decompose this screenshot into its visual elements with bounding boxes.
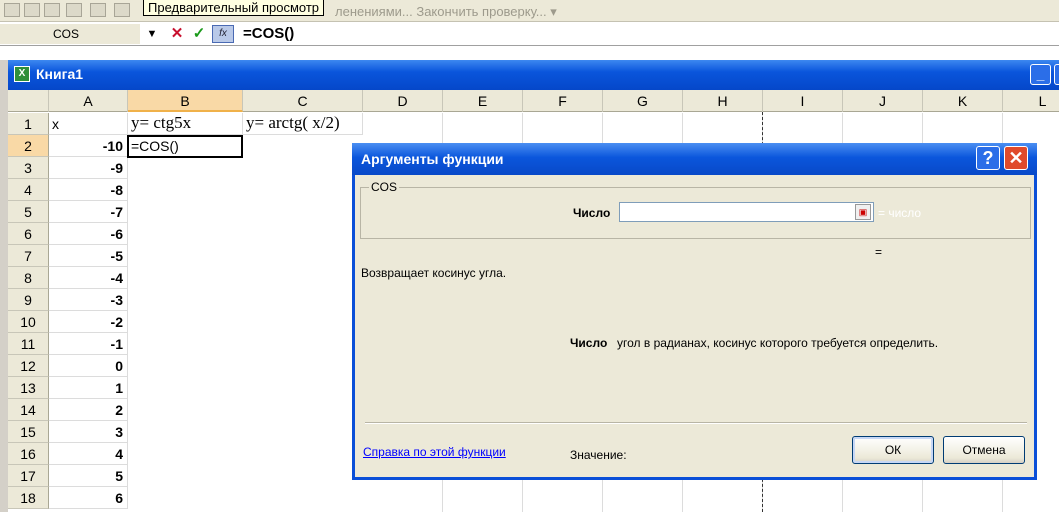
value-label: Значение:	[570, 448, 627, 462]
argument-label: Число	[573, 206, 611, 220]
row-header[interactable]: 14	[8, 399, 49, 421]
row-header[interactable]: 9	[8, 289, 49, 311]
column-header-d[interactable]: D	[363, 90, 443, 112]
cell-a15[interactable]: 3	[49, 421, 128, 443]
row-header[interactable]: 18	[8, 487, 49, 509]
formula-bar: COS ▼ ✕ ✓ fx =COS()	[0, 22, 1059, 46]
row-header[interactable]: 15	[8, 421, 49, 443]
collapse-dialog-icon[interactable]: ▣	[855, 204, 871, 220]
cancel-button[interactable]: Отмена	[943, 436, 1025, 464]
review-toolbar-text[interactable]: ленениями... Закончить проверку... ▾	[335, 4, 557, 20]
function-description: Возвращает косинус угла.	[361, 266, 507, 280]
cell-a5[interactable]: -7	[49, 201, 128, 223]
argument-result: = число	[878, 206, 922, 220]
column-header-g[interactable]: G	[603, 90, 683, 112]
enter-icon[interactable]: ✓	[190, 25, 208, 43]
cell-b1[interactable]: y= ctg5x	[128, 113, 243, 135]
cell-a16[interactable]: 4	[49, 443, 128, 465]
row-header[interactable]: 17	[8, 465, 49, 487]
row-header[interactable]: 13	[8, 377, 49, 399]
cell-a8[interactable]: -4	[49, 267, 128, 289]
column-header-c[interactable]: C	[243, 90, 363, 112]
cell-a1[interactable]: x	[49, 113, 128, 135]
workspace-gap	[0, 46, 1059, 60]
cell-a7[interactable]: -5	[49, 245, 128, 267]
ok-button[interactable]: ОК	[852, 436, 934, 464]
column-header-k[interactable]: K	[923, 90, 1003, 112]
column-header-e[interactable]: E	[443, 90, 523, 112]
row-header[interactable]: 5	[8, 201, 49, 223]
cancel-icon[interactable]: ✕	[168, 25, 186, 43]
minimize-icon[interactable]: _	[1030, 64, 1051, 85]
row-header[interactable]: 6	[8, 223, 49, 245]
row-header[interactable]: 7	[8, 245, 49, 267]
cell-a2[interactable]: -10	[49, 135, 128, 157]
restore-icon[interactable]: □	[1054, 64, 1059, 85]
row-header[interactable]: 16	[8, 443, 49, 465]
formula-result: =	[875, 245, 883, 259]
toolbar-icon-1[interactable]	[4, 3, 20, 17]
cell-a6[interactable]: -6	[49, 223, 128, 245]
chevron-down-icon[interactable]: ▾	[550, 4, 557, 19]
argument-input[interactable]	[619, 202, 874, 222]
row-header[interactable]: 8	[8, 267, 49, 289]
cell-a9[interactable]: -3	[49, 289, 128, 311]
cell-a4[interactable]: -8	[49, 179, 128, 201]
close-icon[interactable]: ✕	[1004, 146, 1028, 170]
dialog-titlebar[interactable]: Аргументы функции ? ✕	[352, 143, 1037, 175]
insert-function-button[interactable]: fx	[212, 25, 234, 43]
toolbar-icon-5[interactable]	[90, 3, 106, 17]
name-box[interactable]: COS	[0, 24, 140, 44]
cell-a3[interactable]: -9	[49, 157, 128, 179]
row-header[interactable]: 11	[8, 333, 49, 355]
row-header-selected[interactable]: 2	[8, 135, 49, 157]
row-header[interactable]: 1	[8, 113, 49, 135]
column-header-l[interactable]: L	[1003, 90, 1059, 112]
row-header[interactable]: 12	[8, 355, 49, 377]
toolbar-icon-2[interactable]	[24, 3, 40, 17]
column-header-a[interactable]: A	[49, 90, 128, 112]
toolbar-icon-4[interactable]	[66, 3, 82, 17]
row-header[interactable]: 3	[8, 157, 49, 179]
row-header[interactable]: 4	[8, 179, 49, 201]
column-header-i[interactable]: I	[763, 90, 843, 112]
toolbar: ленениями... Закончить проверку... ▾ Пре…	[0, 0, 1059, 22]
cell-a11[interactable]: -1	[49, 333, 128, 355]
cell-c1[interactable]: y= arctg( x/2)	[243, 113, 363, 135]
cell-a18[interactable]: 6	[49, 487, 128, 509]
row-header[interactable]: 10	[8, 311, 49, 333]
dialog-title: Аргументы функции	[361, 151, 504, 167]
dialog-divider	[365, 422, 1027, 424]
toolbar-icon-3[interactable]	[44, 3, 60, 17]
column-header-j[interactable]: J	[843, 90, 923, 112]
column-header-b[interactable]: B	[128, 90, 243, 112]
excel-icon: X	[14, 66, 30, 82]
cell-a17[interactable]: 5	[49, 465, 128, 487]
cell-a14[interactable]: 2	[49, 399, 128, 421]
function-arguments-dialog: Аргументы функции ? ✕ COS Число ▣ = числ…	[352, 143, 1037, 480]
name-box-dropdown-icon[interactable]: ▼	[143, 25, 161, 43]
argument-description-label: Число	[570, 336, 608, 350]
argument-description-text: угол в радианах, косинус которого требуе…	[617, 336, 939, 350]
cell-a12[interactable]: 0	[49, 355, 128, 377]
function-name-label: COS	[369, 180, 400, 194]
formula-input[interactable]: =COS()	[243, 24, 294, 44]
column-header-h[interactable]: H	[683, 90, 763, 112]
function-help-link[interactable]: Справка по этой функции	[363, 445, 506, 459]
workbook-title: Книга1	[36, 66, 84, 82]
column-header-row: A B C D E F G H I J K L	[8, 90, 1059, 112]
cell-a10[interactable]: -2	[49, 311, 128, 333]
active-cell-b2[interactable]: =COS()	[127, 135, 243, 158]
cell-a13[interactable]: 1	[49, 377, 128, 399]
workbook-titlebar[interactable]: X Книга1 _ □	[8, 60, 1059, 90]
arguments-group: COS Число ▣ = число	[360, 180, 1031, 239]
select-all-corner[interactable]	[8, 90, 49, 112]
column-header-f[interactable]: F	[523, 90, 603, 112]
tooltip: Предварительный просмотр	[143, 0, 325, 16]
help-icon[interactable]: ?	[976, 146, 1000, 170]
toolbar-icon-6[interactable]	[114, 3, 130, 17]
